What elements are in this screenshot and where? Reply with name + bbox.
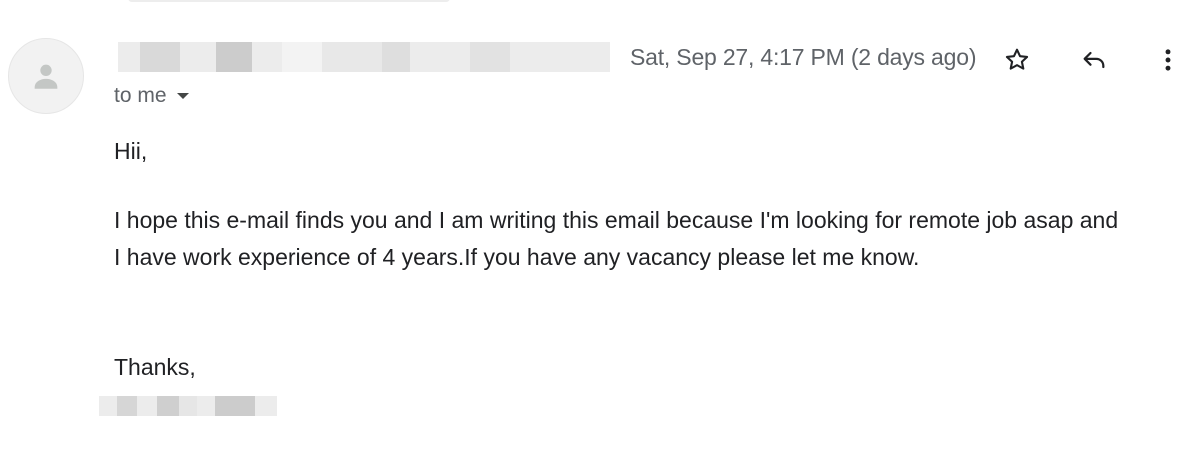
person-icon <box>34 64 58 89</box>
message-body-line: I hope this e-mail finds you and I am wr… <box>114 207 1119 233</box>
caret-down-icon <box>176 93 189 99</box>
more-options-button[interactable] <box>1152 44 1184 76</box>
sender-avatar[interactable] <box>8 38 84 114</box>
recipient-label: to me <box>114 84 167 107</box>
signature-redacted <box>99 396 277 416</box>
sender-name-redacted[interactable] <box>118 42 612 72</box>
previous-message-edge <box>128 0 450 2</box>
star-icon <box>1005 48 1029 70</box>
star-button[interactable] <box>1001 44 1033 76</box>
recipient-details-toggle[interactable]: to me <box>114 84 189 108</box>
message-date: Sat, Sep 27, 4:17 PM (2 days ago) <box>630 44 977 70</box>
more-vert-icon <box>1165 49 1171 71</box>
reply-button[interactable] <box>1078 44 1110 76</box>
message-body-line: I have work experience of 4 years.If you… <box>114 244 920 270</box>
message-closing: Thanks, <box>114 354 196 380</box>
reply-icon <box>1083 51 1105 69</box>
message-greeting: Hii, <box>114 138 148 164</box>
